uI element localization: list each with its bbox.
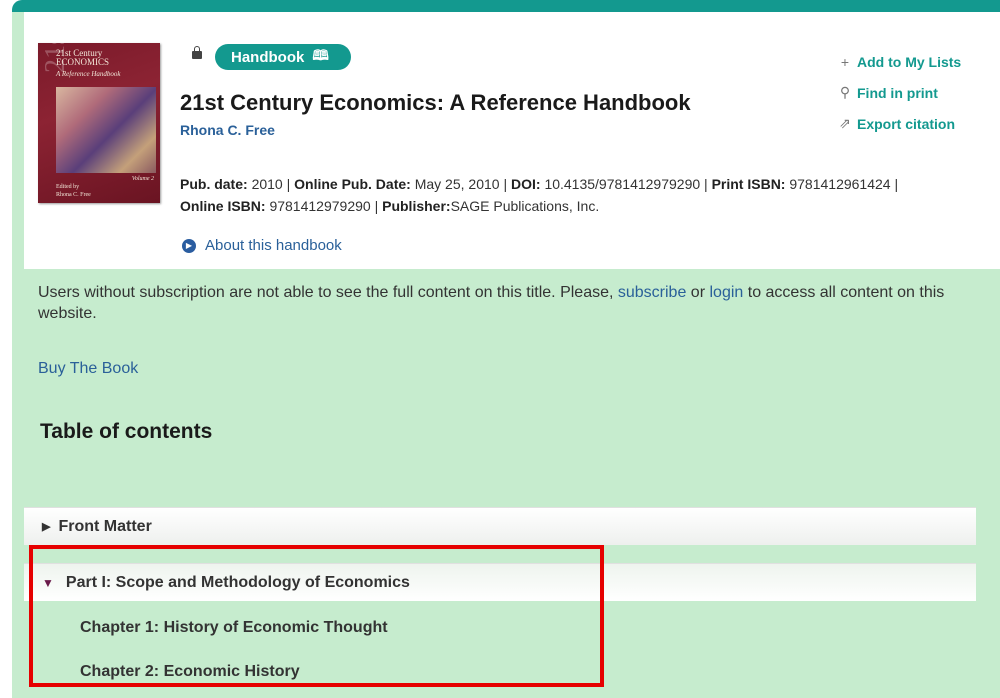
triangle-down-icon: ▼ [42, 575, 54, 590]
export-citation-link[interactable]: ⇗ Export citation [836, 108, 961, 139]
notice-or: or [686, 284, 710, 301]
search-icon: ⚲ [839, 84, 851, 100]
online-isbn-value: 9781412979290 [269, 198, 371, 214]
action-links: + Add to My Lists ⚲ Find in print ⇗ Expo… [836, 46, 961, 139]
about-handbook-label: About this handbook [205, 237, 342, 254]
cover-title-line2: ECONOMICS [56, 57, 110, 67]
print-isbn-value: 9781412961424 [789, 176, 891, 192]
book-metadata: Pub. date: 2010 | Online Pub. Date: May … [180, 176, 899, 214]
publisher-value: SAGE Publications, Inc. [450, 198, 600, 214]
doi-label: DOI: [510, 176, 541, 192]
add-to-lists-label: Add to My Lists [857, 53, 962, 70]
handbook-badge: Handbook 🕮 [215, 44, 351, 70]
toc-front-matter[interactable]: ▶ Front Matter [24, 507, 976, 545]
book-title: 21st Century Economics: A Reference Hand… [180, 90, 691, 115]
toc-heading: Table of contents [40, 420, 213, 443]
find-in-print-link[interactable]: ⚲ Find in print [836, 77, 961, 108]
cover-editor-name: Rhona C. Free [56, 192, 91, 198]
print-isbn-label: Print ISBN: [711, 176, 786, 192]
online-pub-date-label: Online Pub. Date: [294, 176, 411, 192]
toc-part-1[interactable]: ▼ Part I: Scope and Methodology of Econo… [24, 563, 976, 601]
cover-artwork [56, 87, 156, 173]
book-cover[interactable]: 21st Century 21st Century ECONOMICS A Re… [38, 43, 160, 203]
play-circle-icon: ▶ [182, 238, 196, 253]
notice-text-before: Users without subscription are not able … [38, 284, 618, 301]
online-isbn-label: Online ISBN: [180, 198, 266, 214]
toc-front-matter-label: Front Matter [58, 517, 152, 535]
subscribe-link[interactable]: subscribe [618, 284, 686, 301]
add-to-lists-link[interactable]: + Add to My Lists [836, 46, 961, 77]
online-pub-date-value: May 25, 2010 [414, 176, 500, 192]
toc-part-1-label: Part I: Scope and Methodology of Economi… [65, 573, 410, 591]
pub-date-label: Pub. date: [180, 176, 248, 192]
pub-date-value: 2010 [251, 176, 283, 192]
login-link[interactable]: login [709, 284, 743, 301]
open-book-icon: 🕮 [312, 47, 329, 63]
export-icon: ⇗ [839, 115, 851, 131]
triangle-right-icon: ▶ [42, 521, 51, 533]
plus-icon: + [840, 53, 850, 70]
subscription-notice: Users without subscription are not able … [38, 282, 978, 324]
cover-title: 21st Century ECONOMICS [56, 49, 109, 67]
toc-chapter-1[interactable]: Chapter 1: History of Economic Thought [80, 619, 388, 637]
lock-icon [192, 46, 202, 59]
book-author-link[interactable]: Rhona C. Free [180, 122, 275, 138]
doi-value: 10.4135/9781412979290 [544, 176, 701, 192]
cover-volume: Volume 2 [131, 176, 154, 182]
toc-chapter-2[interactable]: Chapter 2: Economic History [80, 663, 300, 681]
export-citation-label: Export citation [857, 115, 956, 132]
buy-book-link[interactable]: Buy The Book [38, 360, 138, 378]
handbook-badge-label: Handbook [231, 48, 305, 66]
top-accent-bar [12, 0, 1000, 12]
left-rail [12, 12, 24, 698]
cover-subtitle: A Reference Handbook [56, 70, 121, 78]
cover-editor: Edited by Rhona C. Free [56, 183, 91, 199]
publisher-label: Publisher: [382, 198, 451, 214]
about-handbook-link[interactable]: ▶ About this handbook [182, 237, 342, 254]
cover-edited-by: Edited by [56, 184, 80, 190]
find-in-print-label: Find in print [857, 84, 938, 101]
